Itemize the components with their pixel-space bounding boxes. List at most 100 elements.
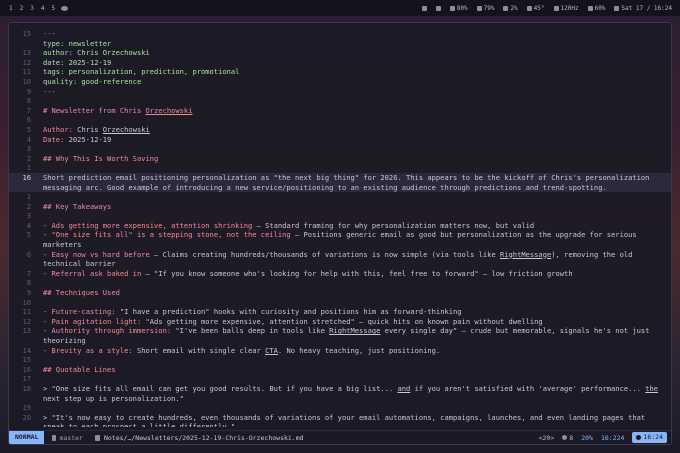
editor-line[interactable]: 10 quality: good-reference (9, 77, 671, 87)
text-segment: - Future-casting: (43, 307, 116, 317)
editor-line[interactable]: 3 (9, 144, 671, 154)
line-number (9, 394, 43, 404)
editor-line[interactable]: 19 (9, 403, 671, 413)
editor-line[interactable]: 18 > "One size fits all email can get you… (9, 384, 671, 394)
clock-status[interactable]: Sat 17 / 16:24 (614, 5, 672, 12)
editor-line[interactable]: 8 (9, 96, 671, 106)
line-text: - Referral ask baked in — "If you know s… (43, 269, 573, 279)
editor-line[interactable]: 7 - Referral ask baked in — "If you know … (9, 269, 671, 279)
line-number: 15 (22, 355, 31, 365)
editor-line[interactable]: messaging arc. Good example of introduci… (9, 182, 671, 193)
line-number (9, 422, 43, 427)
volume-status[interactable]: 79% (476, 5, 494, 12)
editor-line[interactable]: type: newsletter (9, 39, 671, 49)
editor-line[interactable]: 17 (9, 374, 671, 384)
editor-line[interactable]: 12 date: 2025-12-19 (9, 58, 671, 68)
editor-line[interactable]: 11 tags: personalization, prediction, pro… (9, 67, 671, 77)
editor-line[interactable]: 16 Short prediction email positioning per… (9, 172, 671, 183)
text-segment: Date: (43, 134, 69, 144)
text-segment: date: 2025-12-19 (43, 57, 112, 67)
editor-line[interactable]: 8 (9, 278, 671, 288)
line-text: > "One size fits all email can get you g… (43, 384, 658, 394)
line-number: 15 (22, 29, 31, 38)
line-text: ## Quotable Lines (43, 365, 116, 375)
workspace-1[interactable]: 1 (8, 5, 14, 12)
line-text: --- (43, 87, 56, 97)
text-segment: if you aren't satisfied with 'average' p… (410, 383, 646, 393)
editor-line[interactable]: 4 - Ads getting more expensive, attention… (9, 221, 671, 231)
editor-line[interactable]: 15 (9, 355, 671, 365)
statusline-right: <20> 8 20% 16:224 16:24 (539, 432, 671, 443)
text-segment: Author: (43, 124, 78, 134)
text-segment: ## Key Takeaways (43, 201, 112, 211)
text-segment: - Easy now vs hard before (43, 249, 150, 259)
editor-line[interactable]: 14 - Brevity as a style: Short email with… (9, 346, 671, 356)
editor-line[interactable]: 3 (9, 211, 671, 221)
heart-status[interactable]: 80% (449, 5, 468, 12)
text-segment: ## Why This Is Worth Saving (43, 153, 159, 163)
editor-line[interactable]: 11 - Future-casting: "I have a prediction… (9, 307, 671, 317)
line-number: 10 (22, 297, 31, 307)
editor-line[interactable]: 16 ## Quotable Lines (9, 365, 671, 375)
workspace-2[interactable]: 2 (19, 5, 25, 12)
editor-line[interactable]: 7 # Newsletter from Chris Orzechowski (9, 106, 671, 116)
editor-line[interactable]: 2 ## Key Takeaways (9, 202, 671, 212)
editor-line[interactable]: 12 - Pain agitation light: "Ads getting m… (9, 317, 671, 327)
workspace-3[interactable]: 3 (29, 5, 35, 12)
line-number: 3 (26, 211, 31, 221)
refresh-status[interactable] (435, 5, 441, 11)
line-text: - Authority through immersion: "I've bee… (43, 326, 649, 336)
editor-line[interactable]: 5 - "One size fits all" is a stepping sto… (9, 230, 671, 240)
temperature-status[interactable]: 45° (526, 5, 545, 12)
editor-line[interactable]: 5 Author: Chris Orzechowski (9, 125, 671, 135)
workspace-5[interactable]: 5 (51, 5, 57, 12)
editor-line[interactable]: 1 (9, 163, 671, 173)
line-number (9, 259, 43, 269)
refresh-rate-status[interactable]: 120Hz (553, 5, 579, 12)
editor-line[interactable]: 6 (9, 115, 671, 125)
editor-line[interactable]: theorizing (9, 336, 671, 346)
heart-icon (449, 5, 455, 11)
editor-line[interactable]: technical barrier (9, 259, 671, 269)
keyboard-status[interactable] (421, 5, 427, 11)
editor-line[interactable]: 15 --- (9, 29, 671, 39)
editor-line[interactable]: 10 (9, 298, 671, 308)
editor-line[interactable]: 9 ## Techniques Used (9, 288, 671, 298)
editor-line[interactable]: 13 - Authority through immersion: "I've b… (9, 326, 671, 336)
editor-line[interactable]: 13 author: Chris Orzechowski (9, 48, 671, 58)
text-segment: and (397, 383, 411, 393)
editor-buffer[interactable]: 15 --- type: newsletter 13 author: Chris Orz… (9, 29, 671, 427)
text-segment: — "If you know someone who's looking for… (141, 268, 573, 278)
editor-line[interactable]: 6 - Easy now vs hard before — Claims crea… (9, 250, 671, 260)
terminal-window[interactable]: 15 --- type: newsletter 13 author: Chris Orz… (8, 22, 672, 445)
line-number: 19 (22, 403, 31, 413)
system-topbar: 12345 80% 79% 2% 45° 120Hz 60% Sat 17 / 16:24 (0, 0, 680, 16)
line-text: - Pain agitation light: "Ads getting mor… (43, 317, 543, 327)
editor-line[interactable]: next step up is personalization." (9, 394, 671, 404)
editor-line[interactable]: 9 --- (9, 87, 671, 97)
count-indicator: 8 (562, 434, 573, 442)
cpu-status[interactable]: 2% (503, 4, 518, 12)
line-number: 16 (22, 364, 31, 374)
editor-line[interactable]: 20 > "It's now easy to create hundreds, e… (9, 413, 671, 423)
line-number (9, 240, 43, 250)
text-segment: RightMessage (329, 326, 381, 336)
text-segment: Orzechowski (102, 124, 150, 134)
editor-line[interactable]: 4 Date: 2025-12-19 (9, 135, 671, 145)
text-segment: - Authority through immersion: (43, 326, 172, 336)
workspace-4[interactable]: 4 (40, 5, 46, 12)
line-number: 17 (22, 374, 31, 384)
line-text: - Future-casting: "I have a prediction" … (43, 307, 462, 317)
editor-line[interactable]: marketers (9, 240, 671, 250)
text-segment: 2025-12-19 (68, 134, 112, 144)
cpu-value: 2% (510, 4, 518, 12)
text-segment: Orzechowski (145, 105, 193, 115)
editor-line[interactable]: 1 (9, 192, 671, 202)
editor-line[interactable]: speak to each prospect a little differen… (9, 422, 671, 427)
battery-status[interactable]: 60% (587, 5, 605, 12)
line-number: 20 (22, 412, 31, 422)
line-number: 5 (26, 230, 31, 240)
line-number: 14 (22, 345, 31, 355)
editor-line[interactable]: 2 ## Why This Is Worth Saving (9, 154, 671, 164)
line-text: quality: good-reference (43, 77, 141, 87)
